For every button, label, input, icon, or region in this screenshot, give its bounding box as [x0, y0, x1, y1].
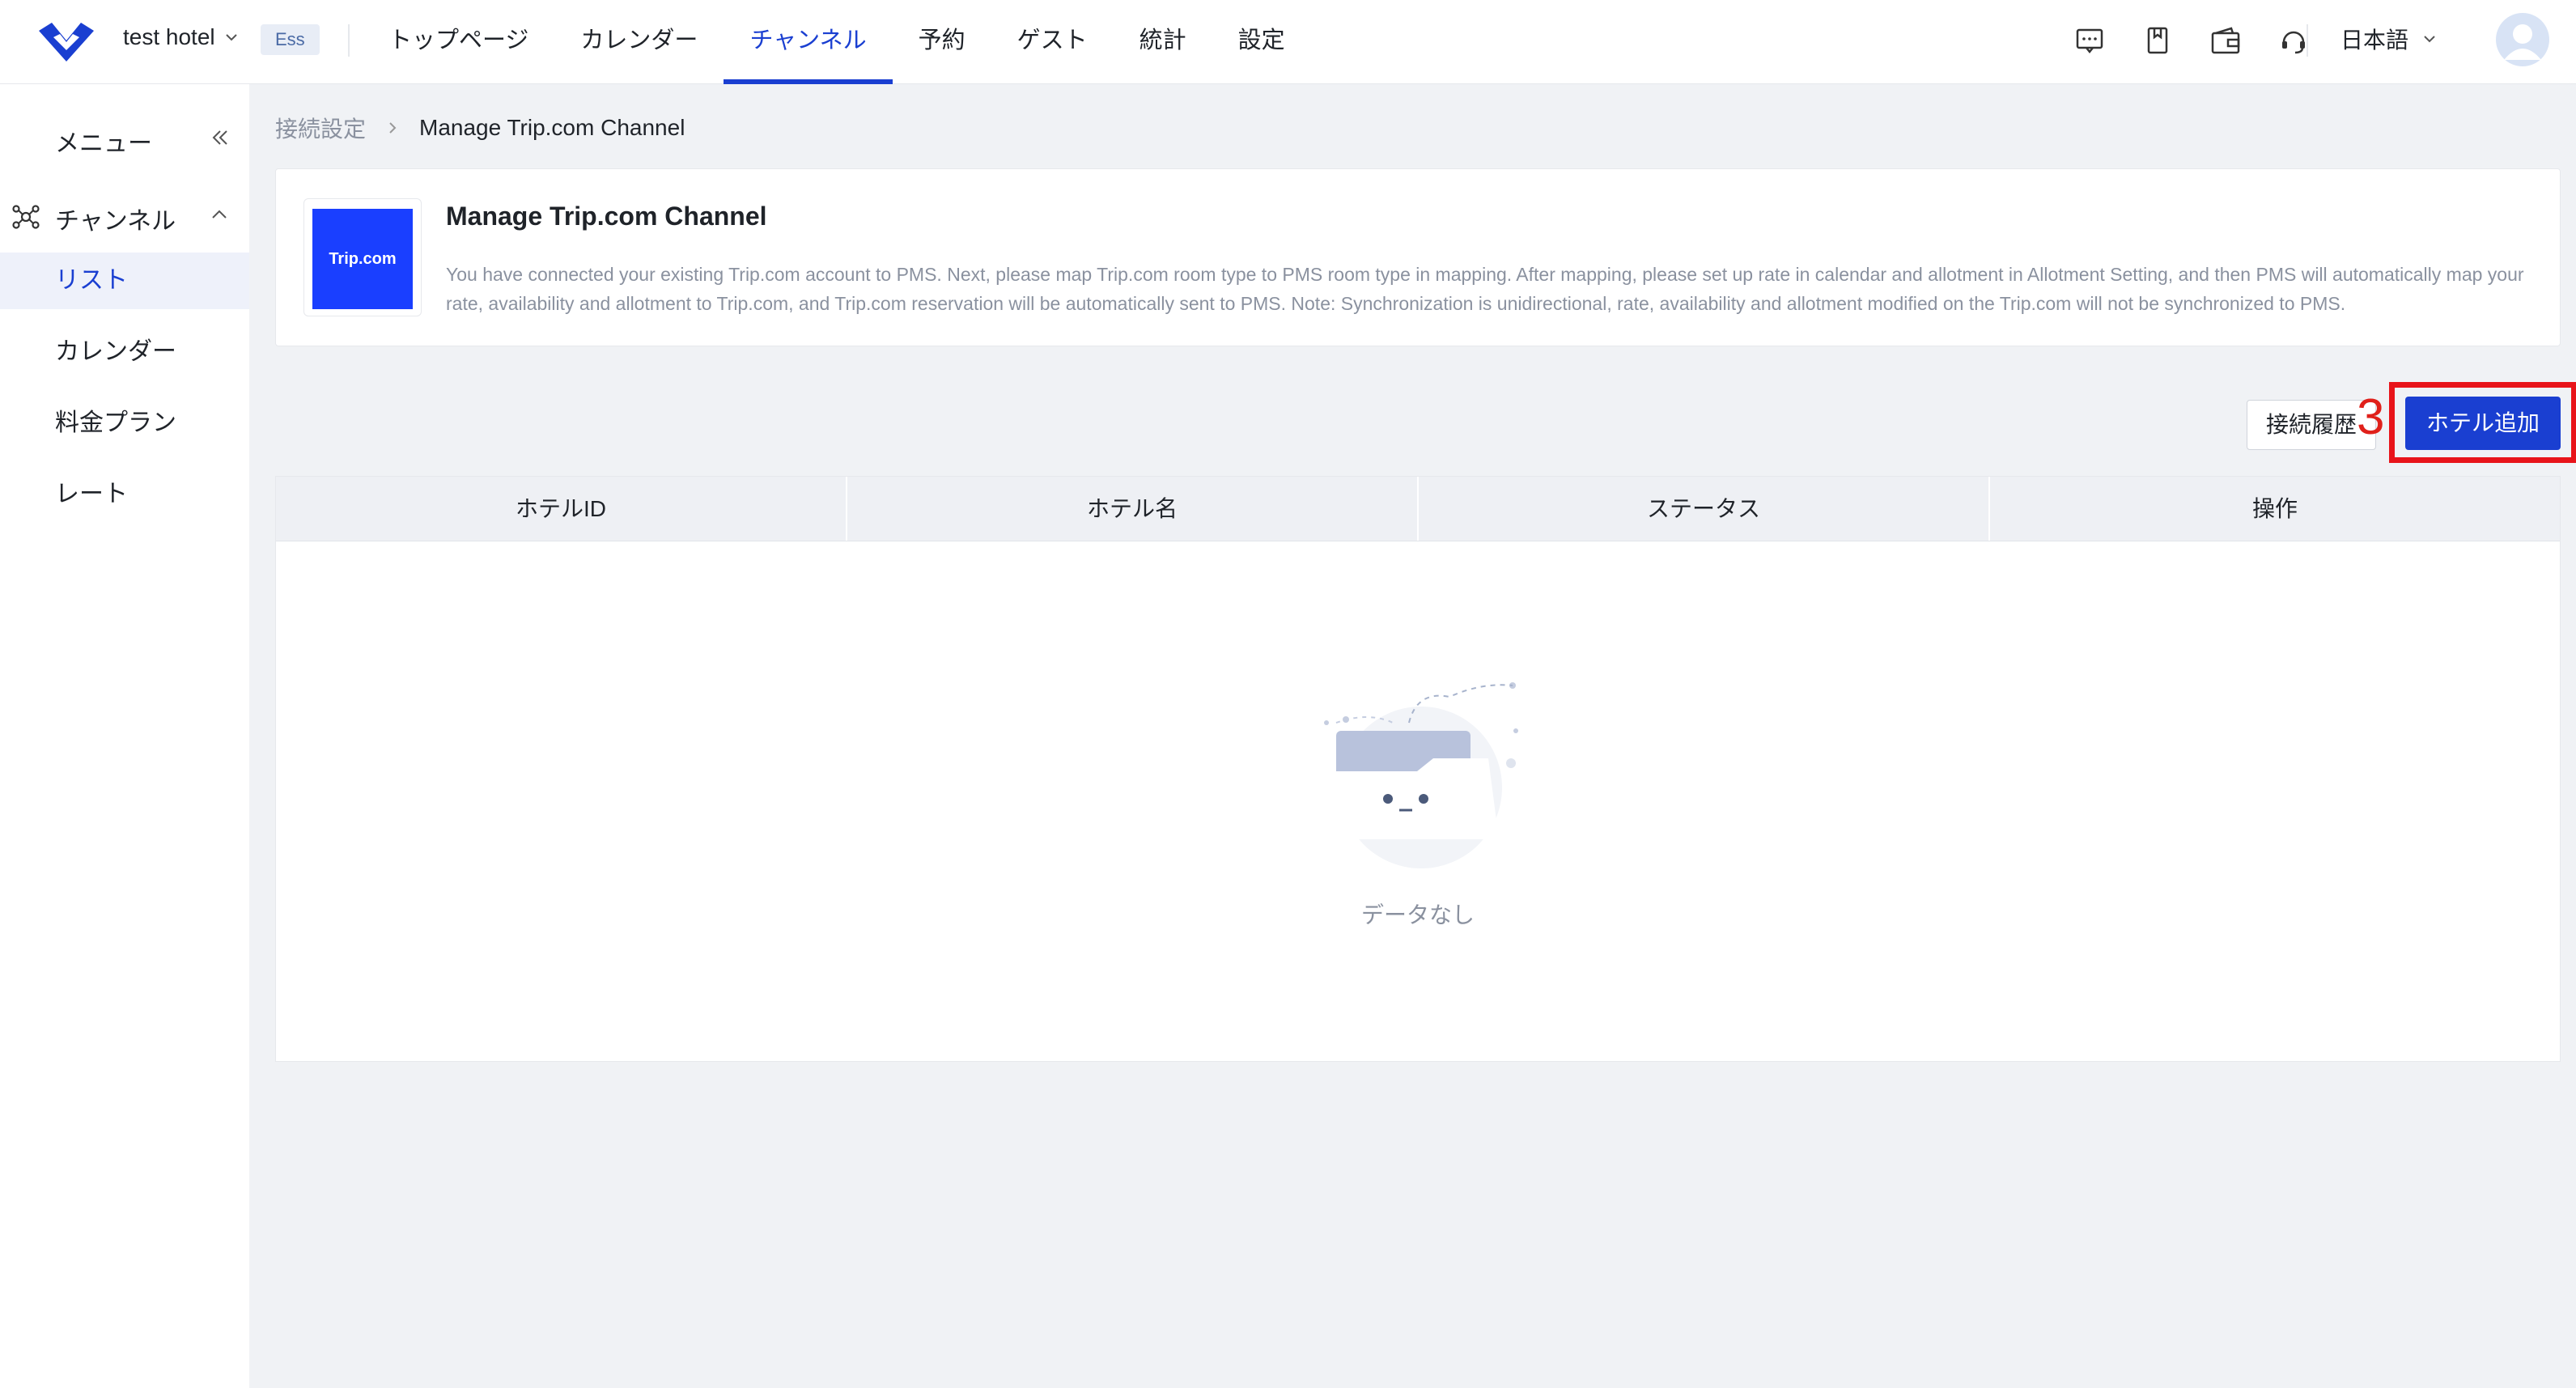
sidebar-item-rate-plan[interactable]: 料金プラン: [0, 395, 249, 452]
header-divider: [2307, 24, 2308, 57]
channel-logo: Trip.com: [303, 198, 422, 316]
chevron-down-icon: [225, 34, 237, 41]
column-header-hotel-id: ホテルID: [276, 477, 847, 541]
top-header: test hotel Ess トップページ カレンダー チャンネル 予約 ゲスト…: [0, 0, 2576, 84]
hotel-table: ホテルID ホテル名 ステータス 操作 データなし: [275, 476, 2561, 1062]
header-icons: [2072, 23, 2311, 58]
collapse-sidebar-icon[interactable]: [209, 126, 231, 149]
chevron-up-icon: [212, 210, 227, 219]
nav-settings[interactable]: 設定: [1212, 0, 1311, 84]
empty-folder-icon: [1324, 682, 1518, 868]
nav-statistics[interactable]: 統計: [1114, 0, 1212, 84]
channel-icon: [12, 205, 40, 229]
breadcrumb: 接続設定 Manage Trip.com Channel: [275, 112, 685, 144]
main-nav: トップページ カレンダー チャンネル 予約 ゲスト 統計 設定: [363, 0, 1311, 84]
empty-state-text: データなし: [1360, 902, 1475, 927]
language-label: 日本語: [2340, 28, 2409, 53]
nav-guests[interactable]: ゲスト: [991, 0, 1114, 84]
wallet-icon[interactable]: [2208, 23, 2243, 58]
user-avatar[interactable]: [2496, 13, 2549, 66]
brand-logo-icon[interactable]: [36, 16, 97, 65]
nav-reservations[interactable]: 予約: [893, 0, 991, 84]
step-annotation-number: 3: [2357, 389, 2385, 445]
breadcrumb-link[interactable]: 接続設定: [275, 112, 366, 144]
sidebar-item-calendar[interactable]: カレンダー: [0, 324, 249, 380]
hotel-selector[interactable]: test hotel: [123, 24, 240, 50]
add-hotel-button[interactable]: ホテル追加: [2405, 397, 2561, 450]
plan-badge: Ess: [261, 24, 320, 55]
sidebar-item-rate[interactable]: レート: [0, 466, 249, 523]
column-header-hotel-name: ホテル名: [847, 477, 1419, 541]
language-selector[interactable]: 日本語: [2340, 23, 2438, 55]
message-icon[interactable]: [2072, 23, 2107, 58]
sidebar-group-channel[interactable]: チャンネル: [0, 191, 249, 240]
header-divider: [348, 24, 350, 57]
column-header-actions: 操作: [2251, 496, 2298, 521]
card-title: Manage Trip.com Channel: [446, 202, 767, 231]
bookmark-icon[interactable]: [2140, 23, 2175, 58]
channel-info-card: Trip.com Manage Trip.com Channel You hav…: [275, 168, 2561, 346]
sidebar-item-list[interactable]: リスト: [0, 253, 249, 309]
hotel-name-label: test hotel: [123, 24, 215, 49]
nav-top-page[interactable]: トップページ: [363, 0, 554, 84]
chevron-down-icon: [2424, 36, 2435, 43]
sidebar-group-label: チャンネル: [55, 208, 176, 235]
column-header-status: ステータス: [1419, 477, 1990, 541]
menu-title: メニュー: [55, 130, 152, 157]
nav-calendar[interactable]: カレンダー: [554, 0, 724, 84]
nav-channel[interactable]: チャンネル: [724, 0, 893, 84]
card-description: You have connected your existing Trip.co…: [446, 264, 2524, 314]
breadcrumb-current: Manage Trip.com Channel: [419, 115, 685, 140]
table-header: ホテルID ホテル名 ステータス 操作: [276, 477, 2560, 541]
tripcom-logo-text: Trip.com: [312, 209, 413, 309]
chevron-right-icon: [389, 122, 397, 134]
user-icon: [2504, 24, 2541, 60]
sidebar: メニュー チャンネル リスト カレンダー 料金プラン レート: [0, 84, 249, 1388]
